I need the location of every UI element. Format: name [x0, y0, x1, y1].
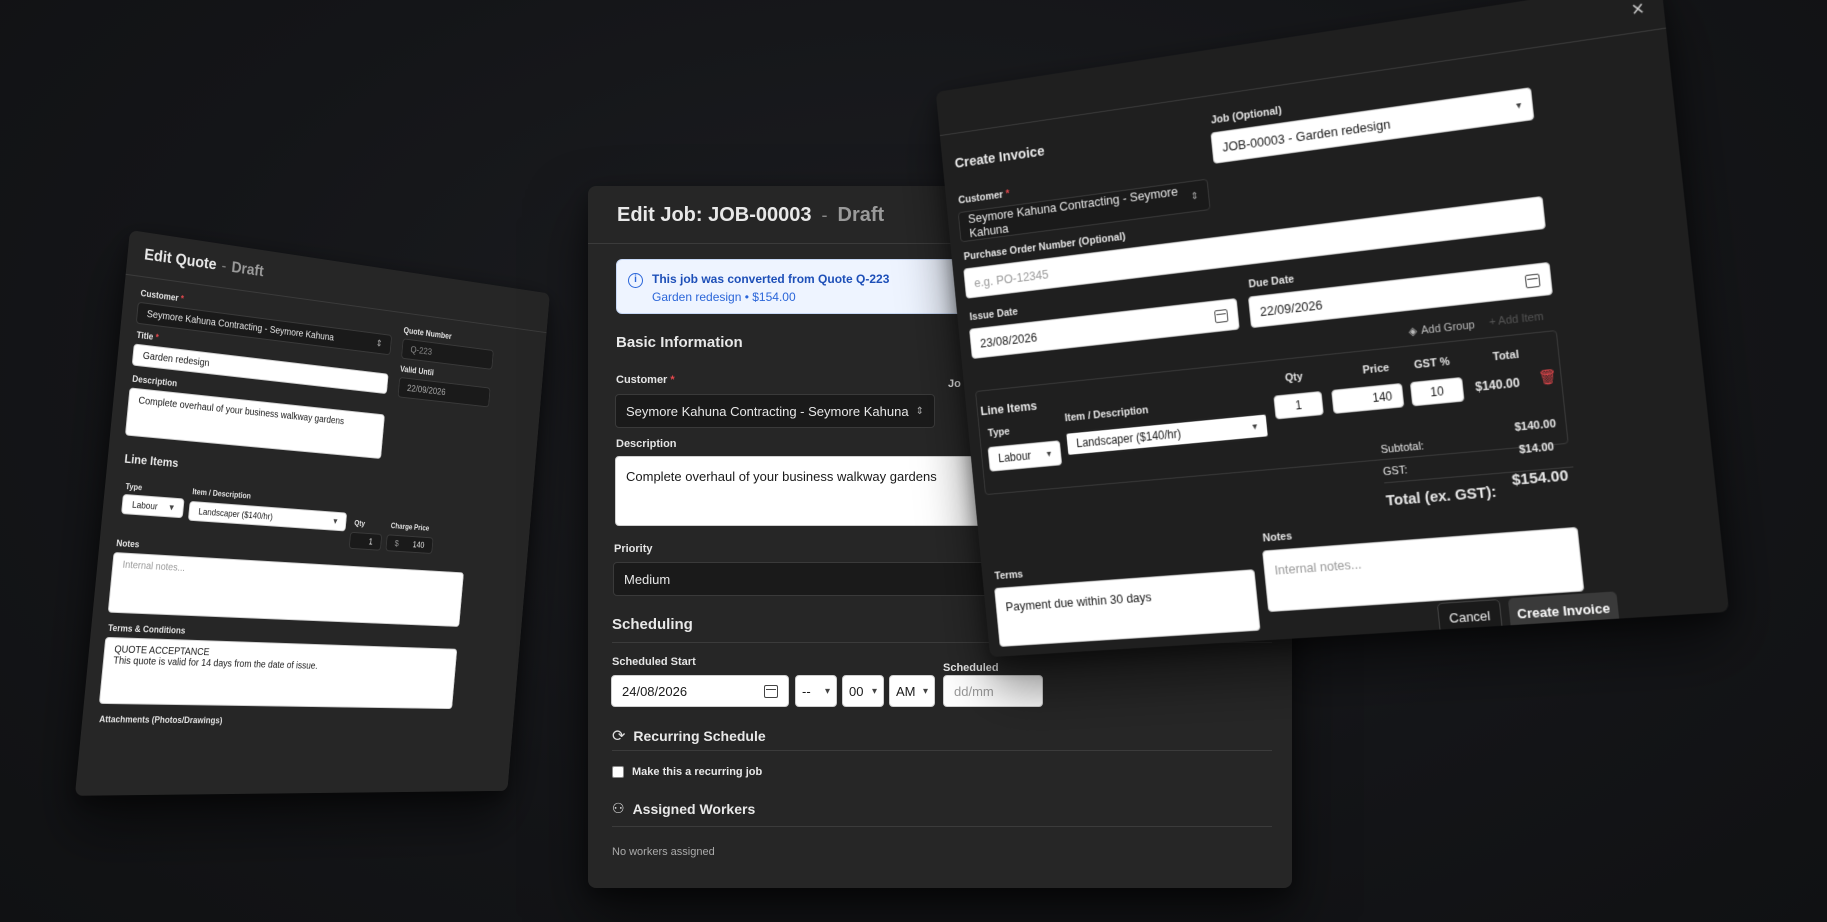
divider — [612, 750, 1272, 751]
quote-item-select[interactable]: Landscaper ($140/hr) ▾ — [187, 500, 348, 532]
create-invoice-button[interactable]: Create Invoice — [1507, 591, 1620, 630]
notes-label: Notes — [115, 537, 140, 550]
invoice-title: Create Invoice — [954, 142, 1046, 172]
invoice-gst-input[interactable]: 10 — [1409, 376, 1465, 407]
minute-select[interactable]: 00 ▾ — [842, 675, 884, 707]
basic-info-heading: Basic Information — [616, 334, 743, 351]
recurring-heading: Recurring Schedule — [633, 728, 766, 744]
add-group-button[interactable]: ◈ Add Group — [1408, 318, 1475, 339]
workers-heading: Assigned Workers — [632, 800, 756, 817]
layers-icon: ◈ — [1408, 325, 1418, 339]
recurring-checkbox-label: Make this a recurring job — [632, 766, 763, 778]
terms-label: Terms & Conditions — [107, 622, 186, 636]
scheduled-end-label: Scheduled — [943, 662, 999, 674]
col-total: Total — [1492, 348, 1520, 364]
total-value: $154.00 — [1511, 466, 1570, 490]
customer-label: Customer — [140, 288, 180, 303]
quote-type-select[interactable]: Labour ▾ — [121, 493, 185, 519]
customer-label: Customer — [957, 189, 1004, 207]
quote-description-textarea[interactable]: Complete overhaul of your business walkw… — [124, 387, 385, 460]
cancel-button[interactable]: Cancel — [1436, 598, 1503, 634]
notes-label: Notes — [1262, 530, 1293, 545]
quote-status: Draft — [230, 259, 265, 281]
info-icon: i — [628, 273, 643, 288]
no-workers-text: No workers assigned — [612, 846, 715, 858]
refresh-icon: ⟳ — [612, 728, 626, 745]
job-header: Edit Job: JOB-00003 - Draft — [617, 204, 885, 226]
line-items-heading: Line Items — [123, 451, 180, 471]
add-item-button[interactable]: + Add Item — [1489, 311, 1545, 329]
users-icon: ⚇ — [612, 800, 625, 816]
quote-title: Edit Quote — [143, 246, 218, 274]
issue-date-label: Issue Date — [969, 306, 1019, 324]
quote-qty-input[interactable]: 1 — [348, 531, 383, 551]
scheduling-heading: Scheduling — [612, 616, 693, 633]
valid-until-field[interactable]: 22/09/2026 — [397, 376, 491, 408]
quote-terms-textarea[interactable]: QUOTE ACCEPTANCE This quote is valid for… — [98, 636, 458, 710]
customer-label: Customer — [616, 374, 668, 386]
col-charge: Charge Price — [390, 521, 430, 533]
invoice-qty-input[interactable]: 1 — [1273, 390, 1324, 420]
terms-label: Terms — [994, 568, 1024, 583]
scheduled-start-date[interactable]: 24/08/2026 — [611, 675, 789, 707]
divider — [612, 826, 1272, 827]
alert-title: This job was converted from Quote Q-223 — [652, 272, 890, 286]
job-customer-select[interactable]: Seymore Kahuna Contracting - Seymore Kah… — [615, 394, 935, 428]
workers-heading-row: ⚇ Assigned Workers — [612, 800, 755, 817]
quote-header: Edit Quote - Draft — [143, 246, 265, 281]
total-label: Total (ex. GST): — [1385, 483, 1498, 510]
trash-icon[interactable]: 🗑 — [1538, 368, 1558, 387]
quote-notes-textarea[interactable]: Internal notes... — [107, 551, 464, 627]
job-title: Edit Job: JOB-00003 — [617, 204, 812, 226]
calendar-icon — [1524, 272, 1541, 288]
scheduled-end-date[interactable]: dd/mm — [943, 675, 1043, 707]
description-label: Description — [131, 373, 178, 389]
calendar-icon — [1214, 308, 1229, 323]
create-invoice-panel: × Create Invoice Job (Optional) JOB-0000… — [935, 0, 1730, 658]
close-icon[interactable]: × — [1631, 0, 1646, 23]
due-date-label: Due Date — [1248, 273, 1295, 291]
description-label: Description — [616, 438, 677, 450]
recurring-checkbox-row[interactable]: Make this a recurring job — [612, 766, 762, 778]
attachments-label: Attachments (Photos/Drawings) — [98, 714, 223, 726]
recurring-checkbox[interactable] — [612, 766, 624, 778]
col-qty: Qty — [1284, 370, 1304, 385]
alert-subtitle: Garden redesign • $154.00 — [652, 290, 796, 304]
job-label-partial: Jo — [948, 378, 961, 390]
title-label: Title — [136, 329, 154, 342]
valid-until-label: Valid Until — [399, 364, 435, 378]
hour-select[interactable]: -- ▾ — [795, 675, 837, 707]
gst-label: GST: — [1382, 464, 1408, 479]
priority-label: Priority — [614, 543, 653, 555]
col-type: Type — [987, 425, 1011, 440]
job-status: Draft — [837, 204, 885, 226]
col-type: Type — [125, 481, 143, 493]
edit-quote-panel: Edit Quote - Draft Customer * Seymore Ka… — [74, 230, 550, 796]
col-qty: Qty — [353, 518, 366, 529]
scheduled-start-label: Scheduled Start — [612, 656, 696, 668]
gst-value: $14.00 — [1518, 440, 1555, 457]
recurring-heading-row: ⟳ Recurring Schedule — [612, 726, 766, 746]
calendar-icon — [764, 684, 778, 698]
quote-customer-select[interactable]: Seymore Kahuna Contracting - Seymore Kah… — [135, 301, 393, 356]
ampm-select[interactable]: AM ▾ — [889, 675, 935, 707]
invoice-customer-select[interactable]: Seymore Kahuna Contracting - Seymore Kah… — [957, 178, 1211, 243]
quote-price-input[interactable]: $140 — [385, 534, 434, 554]
invoice-job-select[interactable]: JOB-00003 - Garden redesign ▾ — [1210, 87, 1535, 164]
terms-textarea[interactable]: Payment due within 30 days — [994, 569, 1261, 647]
col-item: Item / Description — [191, 487, 252, 501]
